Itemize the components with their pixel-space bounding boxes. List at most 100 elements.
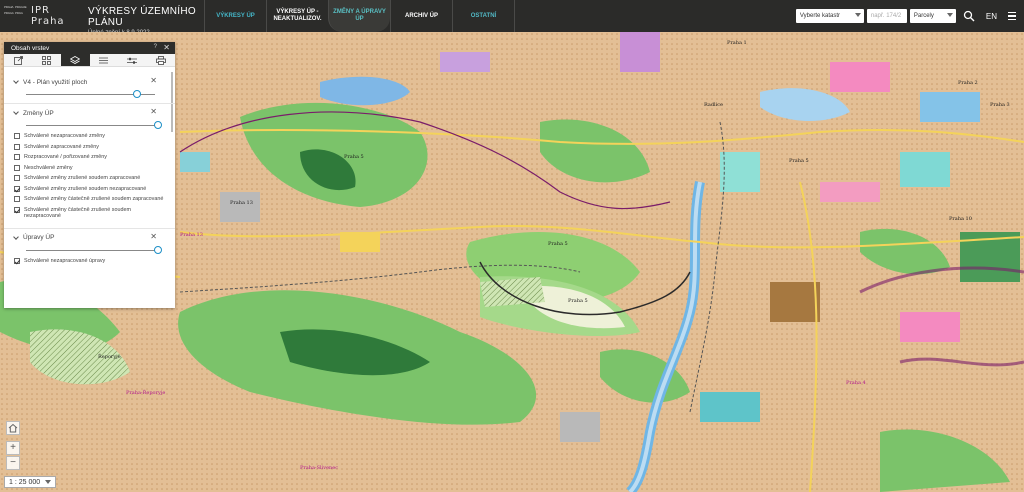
header-spacer — [514, 0, 796, 32]
layer-item[interactable]: Schválené změny částečně zrušené soudem … — [14, 206, 165, 220]
layer-section-upravy: Úpravy ÚP ✕ Schválené nezapracované úpra… — [4, 229, 175, 273]
remove-layer-button[interactable]: ✕ — [150, 232, 157, 241]
layer-item[interactable]: Rozpracované / pořizované změny — [14, 154, 165, 161]
hamburger-menu-icon[interactable] — [1008, 10, 1016, 22]
map-label-praha5c: Praha 5 — [548, 241, 568, 247]
layer-item[interactable]: Schválené nezapracované změny — [14, 133, 165, 140]
zoom-out-button[interactable]: − — [6, 456, 20, 470]
layer-section-header[interactable]: Úpravy ÚP — [13, 233, 165, 243]
language-switch[interactable]: EN — [986, 12, 997, 21]
layer-item[interactable]: Schválené změny částečně zrušené soudem … — [14, 196, 165, 203]
scale-select[interactable]: 1 : 25 000 — [4, 476, 57, 488]
opacity-slider[interactable] — [26, 245, 162, 255]
logo-cell: PRAGA — [4, 10, 14, 15]
layer-item-label: Schválené změny částečně zrušené soudem … — [24, 196, 164, 202]
layer-section-v4: V4 - Plán využití ploch ✕ — [4, 73, 175, 104]
checkbox[interactable] — [14, 175, 20, 181]
map-label-praha10: Praha 10 — [949, 216, 972, 222]
slider-knob[interactable] — [154, 121, 162, 129]
tab-list[interactable] — [90, 54, 119, 66]
layer-item[interactable]: Schválené změny zrušené soudem nezapraco… — [14, 185, 165, 193]
layer-item[interactable]: Schválené změny zrušené soudem zapracova… — [14, 175, 165, 182]
checkbox[interactable] — [14, 154, 20, 160]
type-select[interactable]: Parcely — [909, 9, 956, 23]
slider-knob[interactable] — [154, 245, 162, 254]
chevron-down-icon — [946, 13, 953, 17]
nav-archiv[interactable]: ARCHIV ÚP — [390, 0, 452, 32]
map-label-praha13: Praha 13 — [230, 200, 253, 206]
layer-item-label: Neschválené změny — [24, 164, 73, 171]
map-label-praha13b: Praha 13 — [180, 232, 203, 238]
panel-titlebar: Obsah vrstev ? ✕ — [4, 42, 175, 54]
zoom-in-button[interactable]: + — [6, 441, 20, 455]
tab-layers[interactable] — [61, 54, 90, 66]
list-icon — [99, 57, 109, 63]
slider-knob[interactable] — [133, 90, 141, 98]
panel-close-button[interactable]: ✕ — [163, 43, 170, 52]
chevron-down-icon — [13, 78, 19, 84]
nav-vykresy-up[interactable]: VÝKRESY ÚP — [204, 0, 266, 32]
chevron-down-icon — [854, 13, 861, 17]
chevron-down-icon — [13, 233, 19, 240]
layer-item[interactable]: Schválené zapracované změny — [14, 143, 165, 151]
tab-grid[interactable] — [33, 54, 62, 66]
nav-vykresy-neaktualizovane[interactable]: VÝKRESY ÚP - NEAKTUALIZOV. — [266, 0, 328, 32]
layer-items: Schválené nezapracované úpravy — [14, 257, 165, 265]
layer-section-header[interactable]: V4 - Plán využití ploch — [13, 77, 165, 87]
logo-cell: PRAHA — [4, 4, 14, 9]
checkbox[interactable] — [14, 257, 20, 264]
parcel-input-placeholder: např. 174/2 — [870, 13, 902, 19]
home-button[interactable] — [6, 421, 20, 435]
remove-layer-button[interactable]: ✕ — [150, 107, 157, 116]
layer-section-header[interactable]: Změny ÚP — [13, 108, 165, 118]
type-select-value: Parcely — [913, 13, 934, 19]
app-title: VÝKRESY ÚZEMNÍHO PLÁNU — [88, 6, 196, 28]
layer-section-zmeny: Změny ÚP ✕ Schválené nezapracované změny… — [4, 104, 175, 229]
panel-title: Obsah vrstev — [11, 44, 50, 52]
checkbox[interactable] — [14, 164, 20, 171]
layers-icon — [70, 55, 81, 64]
map-label-praha1: Praha 1 — [727, 40, 747, 46]
slider-track — [26, 249, 155, 251]
tab-print[interactable] — [147, 54, 176, 66]
parcel-input[interactable]: např. 174/2 — [866, 9, 907, 23]
cadastre-select[interactable]: Vyberte katastr — [795, 9, 864, 23]
checkbox[interactable] — [14, 133, 20, 139]
scale-value: 1 : 25 000 — [9, 478, 41, 486]
checkbox[interactable] — [14, 196, 20, 202]
layer-items: Schválené nezapracované změny Schválené … — [14, 133, 165, 220]
layer-item[interactable]: Neschválené změny — [14, 164, 165, 172]
checkbox[interactable] — [14, 206, 20, 213]
ipr-logo[interactable]: PRAHA PRAGUE PRAGA PRAG IPR Praha — [0, 0, 80, 32]
checkbox[interactable] — [14, 185, 20, 192]
nav-zmeny-upravy[interactable]: ZMĚNY A ÚPRAVY ÚP — [328, 0, 390, 32]
opacity-slider[interactable] — [26, 120, 162, 130]
print-icon — [155, 55, 166, 65]
grid-icon — [42, 55, 52, 65]
panel-tabs — [4, 54, 175, 67]
cadastre-select-value: Vyberte katastr — [799, 13, 841, 19]
layer-section-title: V4 - Plán využití ploch — [23, 78, 88, 86]
layer-section-title: Úpravy ÚP — [23, 234, 55, 241]
map-label-praha4: Praha 4 — [846, 380, 866, 386]
layer-item-label: Schválené změny zrušené soudem nezapraco… — [24, 185, 147, 192]
logo-brand-line-1: IPR — [31, 5, 50, 16]
search-icon[interactable] — [963, 10, 975, 22]
tab-settings[interactable] — [118, 54, 147, 66]
checkbox[interactable] — [14, 143, 20, 150]
header-controls: Vyberte katastr např. 174/2 Parcely EN — [795, 0, 1024, 32]
logo-brand-line-2: Praha — [31, 16, 65, 27]
logo-cell: PRAG — [15, 10, 23, 15]
opacity-slider[interactable] — [26, 89, 155, 99]
layer-item[interactable]: Schválené nezapracované úpravy — [14, 257, 165, 265]
tab-export[interactable] — [4, 54, 33, 66]
nav-ostatni[interactable]: OSTATNÍ — [452, 0, 514, 32]
help-button[interactable]: ? — [154, 44, 157, 50]
map-label-praha-slivenec: Praha-Slivenec — [300, 465, 339, 471]
slider-track — [26, 125, 155, 126]
remove-layer-button[interactable]: ✕ — [150, 76, 157, 85]
layer-item-label: Rozpracované / pořizované změny — [24, 154, 107, 160]
layer-section-title: Změny ÚP — [23, 109, 54, 117]
logo-brand: IPR Praha — [31, 5, 65, 27]
layers-panel: Obsah vrstev ? ✕ V4 - Plán využití ploch… — [4, 42, 175, 308]
